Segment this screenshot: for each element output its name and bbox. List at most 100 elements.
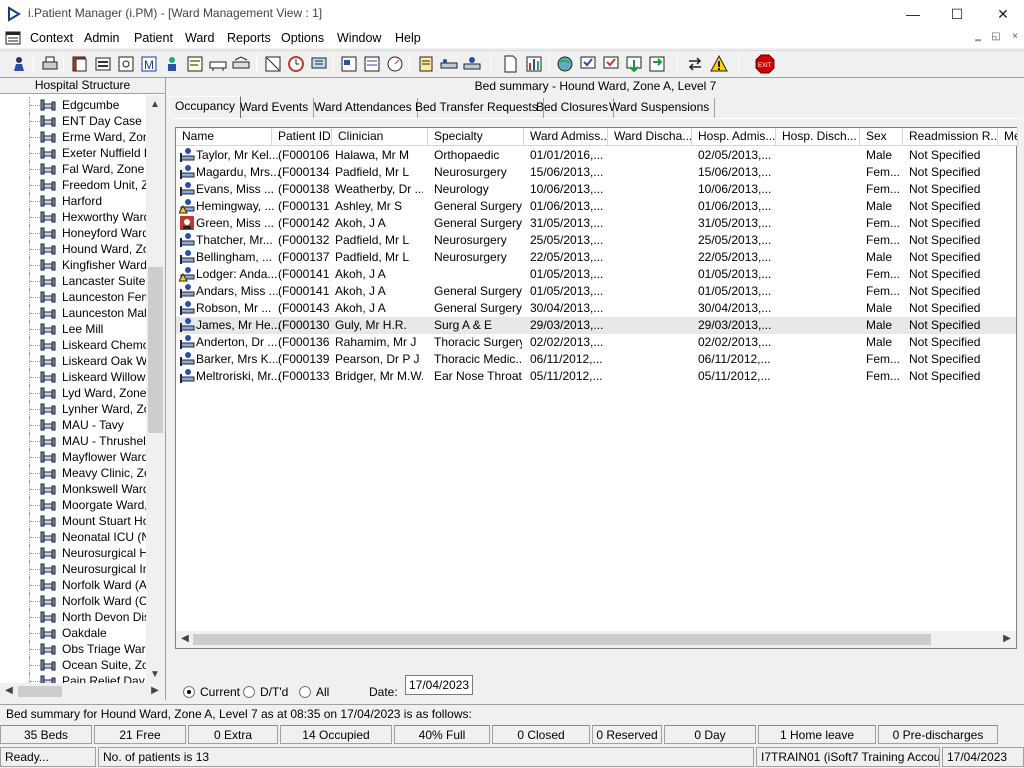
report-icon[interactable] xyxy=(339,54,359,74)
list-hscroll-thumb[interactable] xyxy=(193,634,931,645)
child-window-icon[interactable] xyxy=(5,31,21,45)
tab-bed-transfer-requests[interactable]: Bed Transfer Requests xyxy=(410,98,544,118)
bed-patient-icon[interactable] xyxy=(462,54,482,74)
menu-help[interactable]: Help xyxy=(395,31,421,45)
tree-item[interactable]: Honeyford Ward, xyxy=(0,225,146,241)
tree-item[interactable]: Lyd Ward, Zone I xyxy=(0,385,146,401)
tree-item[interactable]: Lynher Ward, Zon xyxy=(0,401,146,417)
tree-item[interactable]: Liskeard Willow W xyxy=(0,369,146,385)
menu-admin[interactable]: Admin xyxy=(84,31,119,45)
clock-icon[interactable] xyxy=(286,54,306,74)
scroll-down-icon[interactable]: ▼ xyxy=(148,669,162,680)
minimize-button[interactable]: — xyxy=(890,0,936,28)
green-arrow-icon[interactable] xyxy=(624,54,644,74)
bed-transfer-icon[interactable] xyxy=(439,54,459,74)
tree-item[interactable]: Ocean Suite, Zor xyxy=(0,657,146,673)
tree-item[interactable]: Neurosurgical Hig xyxy=(0,545,146,561)
mdi-restore-button[interactable]: ◱ xyxy=(989,31,1003,44)
tree-item[interactable]: Kingfisher Ward xyxy=(0,257,146,273)
user-icon[interactable] xyxy=(9,54,29,74)
column-header[interactable]: Me xyxy=(998,128,1018,146)
tree-item[interactable]: Liskeard Chemo D xyxy=(0,337,146,353)
table-row[interactable]: Anderton, Dr ... (F000136) Rahamim, Mr J Th… xyxy=(176,334,1016,351)
tree-item[interactable]: Norfolk Ward (Co xyxy=(0,593,146,609)
table-row[interactable]: Barker, Mrs K... (F000139) Pearson, Dr P J… xyxy=(176,351,1016,368)
tree-item[interactable]: Neurosurgical Inte xyxy=(0,561,146,577)
tree-scroll-thumb[interactable] xyxy=(148,267,163,433)
column-header[interactable]: Ward Admiss... xyxy=(524,128,608,146)
notes-icon[interactable] xyxy=(185,54,205,74)
tab-ward-attendances[interactable]: Ward Attendances xyxy=(309,98,418,118)
warning-icon[interactable] xyxy=(709,54,729,74)
print-icon[interactable] xyxy=(40,54,60,74)
globe-icon[interactable] xyxy=(555,54,575,74)
tree-item[interactable]: ENT Day Case U xyxy=(0,113,146,129)
exit-icon[interactable]: EXIT xyxy=(755,54,775,74)
person-icon[interactable] xyxy=(162,54,182,74)
scroll-right-icon[interactable]: ▶ xyxy=(148,685,162,696)
mdi-close-button[interactable]: × xyxy=(1008,31,1022,44)
tree-item[interactable]: Mount Stuart Hos xyxy=(0,513,146,529)
close-window-button[interactable]: ✕ xyxy=(980,0,1024,28)
folder-icon[interactable] xyxy=(93,54,113,74)
table-row[interactable]: Lodger: Anda... (F000141) Akoh, J A 01/05/2… xyxy=(176,266,1016,283)
list-horizontal-scrollbar[interactable]: ◀ ▶ xyxy=(176,631,1016,648)
approve-icon[interactable] xyxy=(601,54,621,74)
cancel-icon[interactable] xyxy=(263,54,283,74)
refresh-arrows-icon[interactable] xyxy=(647,54,667,74)
tree-item[interactable]: Norfolk Ward (Ad xyxy=(0,577,146,593)
tree-item[interactable]: Hound Ward, Zo xyxy=(0,241,146,257)
column-header[interactable]: Clinician xyxy=(332,128,428,146)
menu-reports[interactable]: Reports xyxy=(227,31,271,45)
tree-item[interactable]: Exeter Nuffield H xyxy=(0,145,146,161)
tree-item[interactable]: Lancaster Suite, Z xyxy=(0,273,146,289)
table-row[interactable]: Andars, Miss ... (F000141) Akoh, J A Genera… xyxy=(176,283,1016,300)
column-header[interactable]: Specialty xyxy=(428,128,524,146)
discharge-icon[interactable] xyxy=(231,54,251,74)
tree-item[interactable]: Freedom Unit, Zo xyxy=(0,177,146,193)
menu-window[interactable]: Window xyxy=(337,31,381,45)
tree-item[interactable]: Hexworthy Ward, xyxy=(0,209,146,225)
menu-options[interactable]: Options xyxy=(281,31,324,45)
maximize-button[interactable]: ☐ xyxy=(934,0,980,28)
radio-dot-current[interactable] xyxy=(183,686,195,698)
tree-item[interactable]: Moorgate Ward, Z xyxy=(0,497,146,513)
radio-dot-all[interactable] xyxy=(299,686,311,698)
tree-vertical-scrollbar[interactable]: ▲ ▼ xyxy=(146,95,165,683)
menu-patient[interactable]: Patient xyxy=(134,31,173,45)
tree-item[interactable]: Liskeard Oak Wa xyxy=(0,353,146,369)
ward-tree[interactable]: Edgcumbe ENT Day Case U Erme Ward, Zone Exe… xyxy=(0,95,146,683)
tree-item[interactable]: Erme Ward, Zone xyxy=(0,129,146,145)
tree-item[interactable]: Fal Ward, Zone E xyxy=(0,161,146,177)
tab-occupancy[interactable]: Occupancy xyxy=(169,96,242,118)
table-row[interactable]: Evans, Miss ... (F000138) Weatherby, Dr ..… xyxy=(176,181,1016,198)
page-icon[interactable] xyxy=(500,54,520,74)
date-input[interactable]: 17/04/2023 xyxy=(405,675,473,695)
tree-item[interactable]: Harford xyxy=(0,193,146,209)
table-row[interactable]: Meltroriski, Mr... (F000133) Bridger, Mr M… xyxy=(176,368,1016,385)
table-row[interactable]: Green, Miss ... (F000142) Akoh, J A General… xyxy=(176,215,1016,232)
notepad-icon[interactable] xyxy=(416,54,436,74)
column-header[interactable]: Hosp. Admis... xyxy=(692,128,776,146)
column-header[interactable]: Hosp. Disch... xyxy=(776,128,860,146)
scroll-left-icon[interactable]: ◀ xyxy=(2,685,16,696)
tree-item[interactable]: Lee Mill xyxy=(0,321,146,337)
bar-chart-icon[interactable] xyxy=(524,54,544,74)
document-list-icon[interactable] xyxy=(362,54,382,74)
casenote-icon[interactable] xyxy=(70,54,90,74)
tree-item[interactable]: Meavy Clinic, Zor xyxy=(0,465,146,481)
tree-item[interactable]: Neonatal ICU (NN xyxy=(0,529,146,545)
column-header[interactable]: Name xyxy=(176,128,272,146)
table-row[interactable]: Bellingham, ... (F000137) Padfield, Mr L Ne… xyxy=(176,249,1016,266)
tree-item[interactable]: North Devon Dist xyxy=(0,609,146,625)
patient-list[interactable]: Name Patient ID Clinician Specialty Ward Adm… xyxy=(175,127,1018,649)
screen-icon[interactable] xyxy=(309,54,329,74)
table-row[interactable]: Thatcher, Mr... (F000132) Padfield, Mr L Ne… xyxy=(176,232,1016,249)
table-row[interactable]: Taylor, Mr Kel... (F000106) Halawa, Mr M Or… xyxy=(176,147,1016,164)
tree-item[interactable]: Launceston Fema xyxy=(0,289,146,305)
list-scroll-left-icon[interactable]: ◀ xyxy=(178,633,192,644)
tree-item[interactable]: Oakdale xyxy=(0,625,146,641)
menu-context[interactable]: Context xyxy=(30,31,73,45)
transfer-icon[interactable] xyxy=(208,54,228,74)
tree-item[interactable]: MAU - Tavy xyxy=(0,417,146,433)
